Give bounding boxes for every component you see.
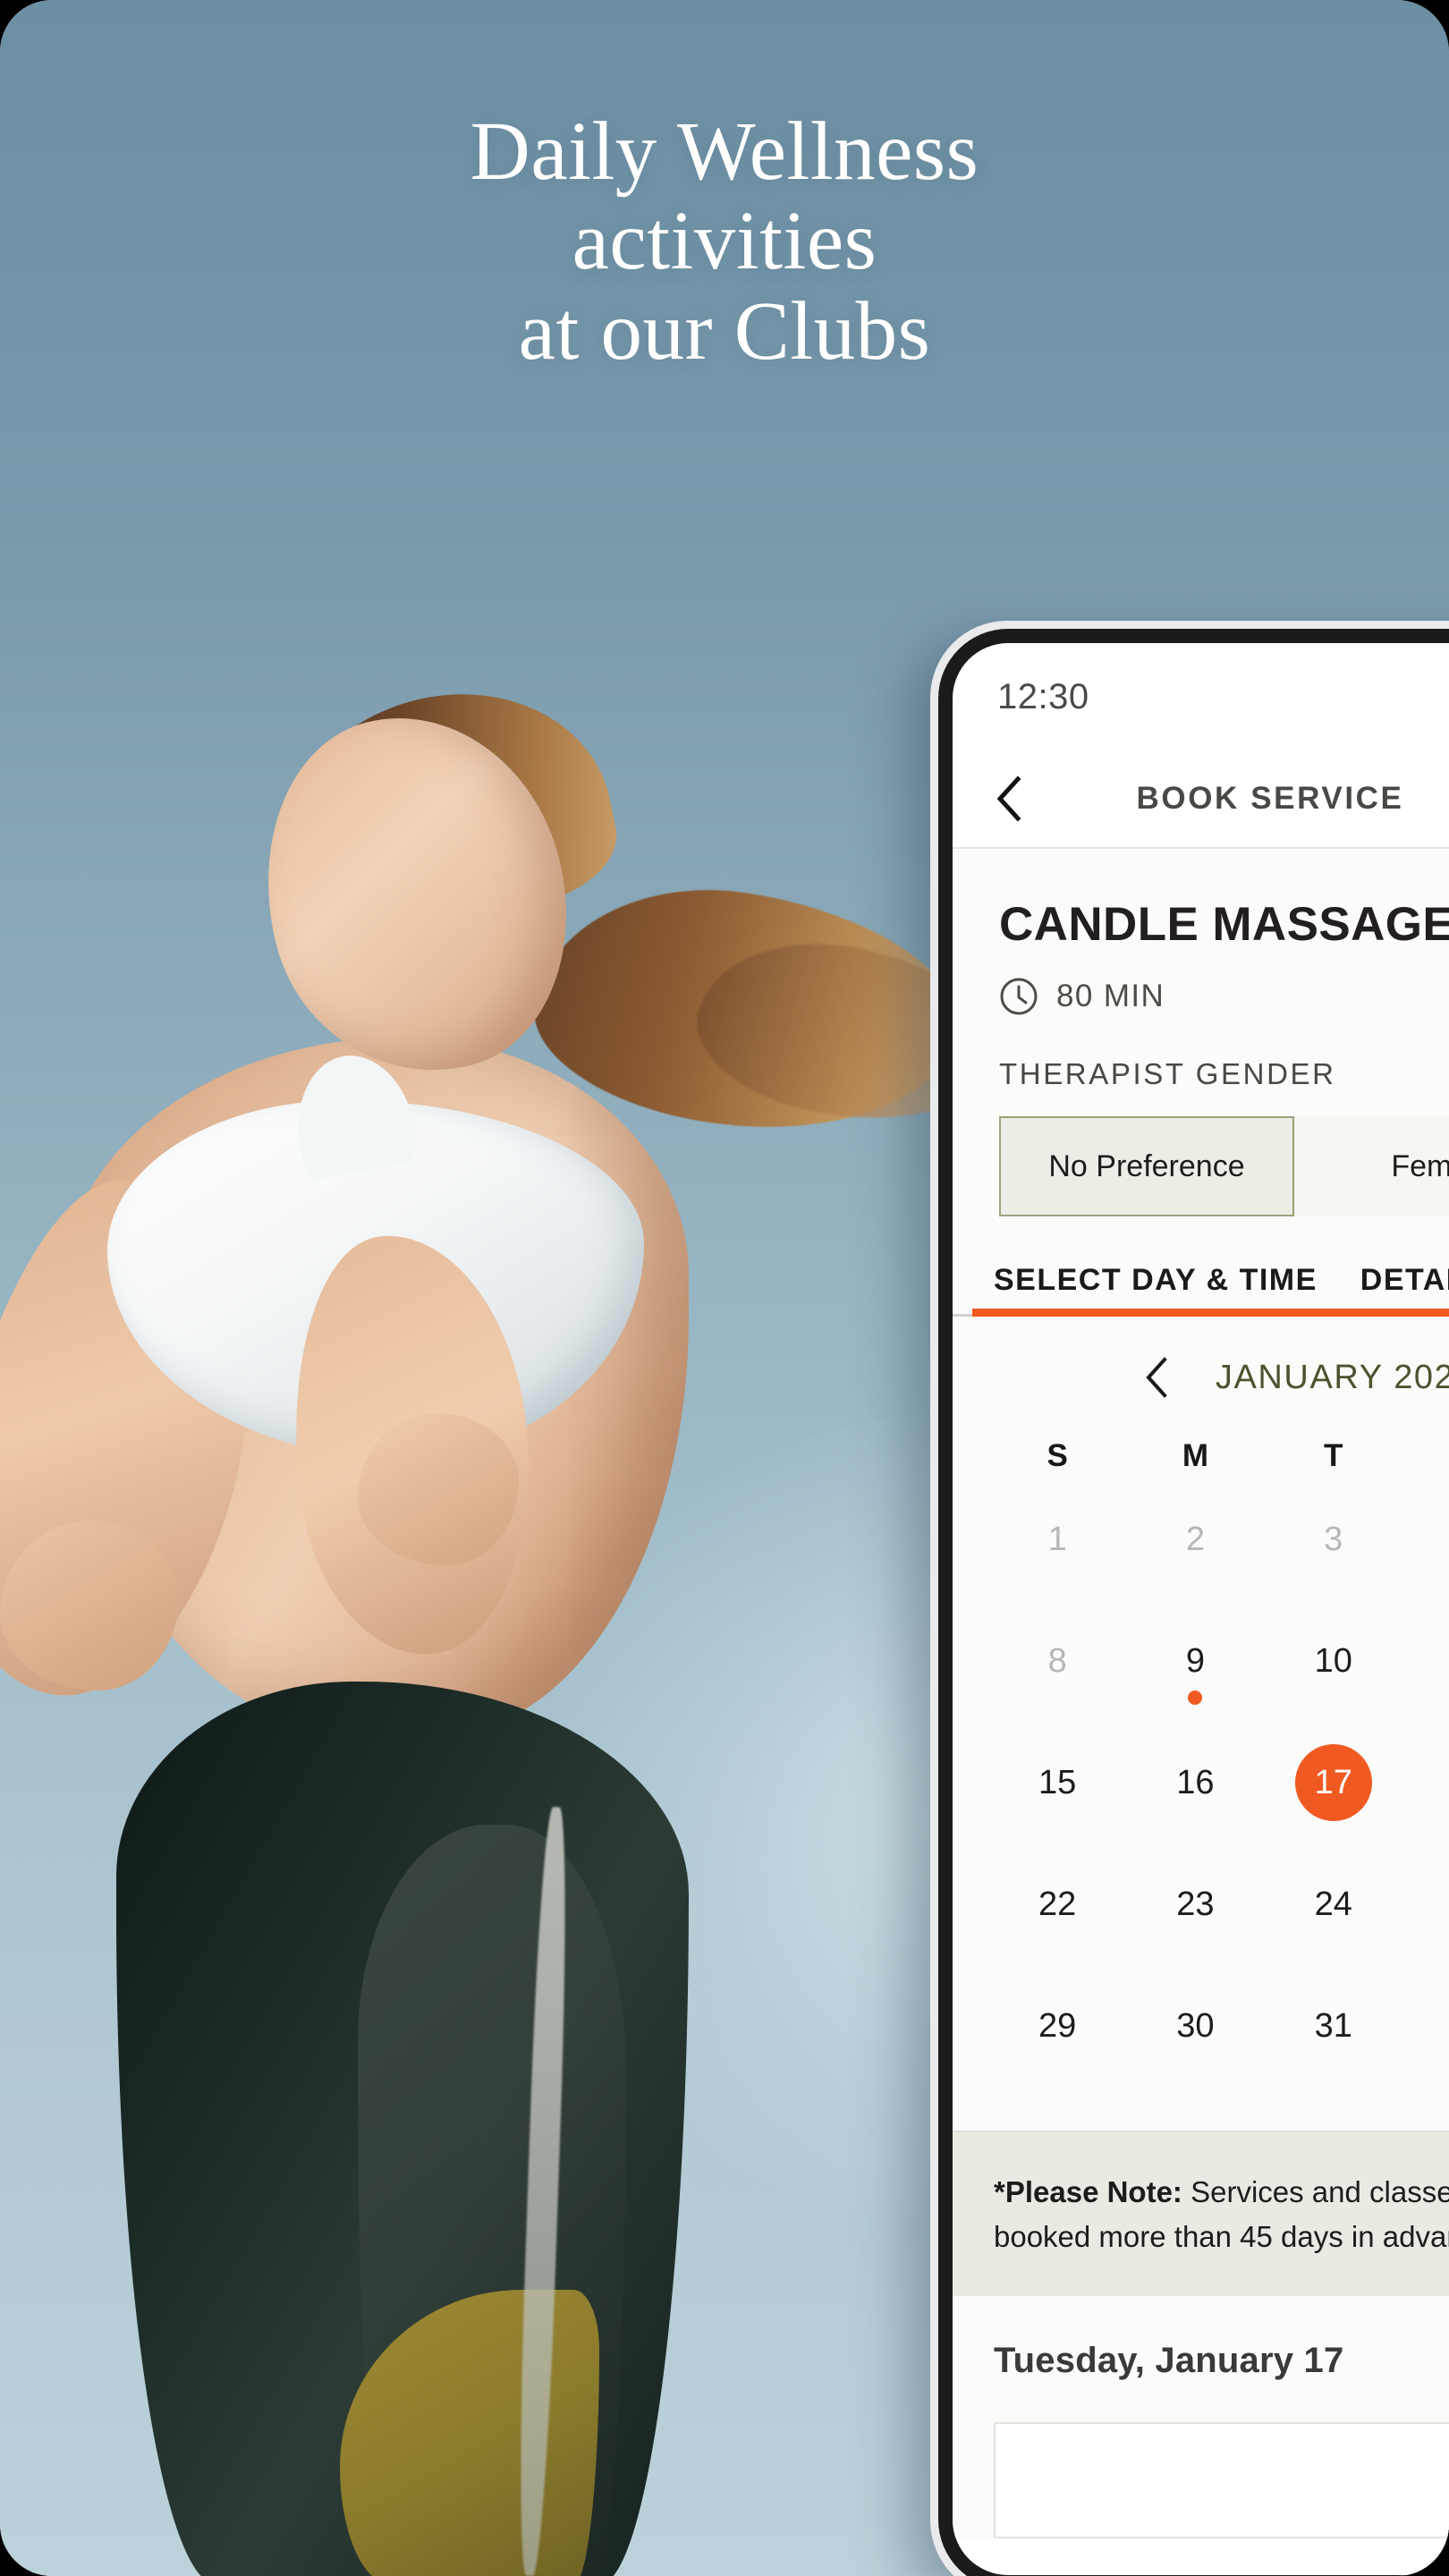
weekday-label: W xyxy=(1402,1438,1449,1474)
calendar-day-cell: 1 xyxy=(988,1501,1126,1596)
calendar-day-number[interactable]: 15 xyxy=(1019,1744,1096,1821)
calendar-day-number[interactable]: 29 xyxy=(1019,1987,1096,2064)
calendar-day-cell[interactable]: 22 xyxy=(988,1866,1126,1961)
weekday-label: S xyxy=(1046,1438,1068,1473)
calendar-day-cell[interactable]: 25 xyxy=(1402,1866,1449,1961)
calendar-day-cell[interactable]: 18 xyxy=(1402,1744,1449,1839)
runner-photo xyxy=(0,0,1018,2576)
calendar-day-number[interactable]: 16 xyxy=(1157,1744,1233,1821)
please-note-line-1: *Please Note: Services and classes canno… xyxy=(994,2170,1449,2215)
therapist-gender-options: No Preference Female Male xyxy=(999,1116,1449,1216)
calendar-day-number: 3 xyxy=(1324,1520,1343,1558)
time-slot-card[interactable] xyxy=(994,2422,1449,2538)
calendar-day-number: 1 xyxy=(1047,1520,1067,1558)
calendar-weeks: 1234567891011121314151617181920212223242… xyxy=(988,1501,1449,2082)
calendar-day-cell: 2 xyxy=(1126,1501,1264,1596)
calendar-day-number[interactable]: 30 xyxy=(1157,1987,1233,2064)
nav-header: BOOK SERVICE xyxy=(953,750,1449,849)
status-bar: 12:30 xyxy=(953,643,1449,750)
calendar: JANUARY 2023 S M T xyxy=(953,1317,1449,2082)
calendar-day-number[interactable]: 18 xyxy=(1433,1744,1449,1821)
hero-card: Daily Wellness activities at our Clubs 1… xyxy=(0,0,1449,2576)
calendar-day-cell[interactable]: 9 xyxy=(1126,1623,1264,1717)
chevron-left-icon[interactable] xyxy=(1139,1356,1174,1399)
calendar-day-cell: 3 xyxy=(1265,1501,1402,1596)
calendar-week-row: 891011121314 xyxy=(988,1623,1449,1717)
calendar-week-row: 15161718192021 xyxy=(988,1744,1449,1839)
phone-screen: 12:30 BOOK SERVICE CANDLE MASSAGE 80 MIN… xyxy=(953,643,1449,2575)
clock-icon xyxy=(999,977,1038,1016)
calendar-day-number[interactable]: 17 xyxy=(1294,1744,1372,1821)
calendar-day-number[interactable]: 25 xyxy=(1433,1866,1449,1943)
calendar-day-number[interactable]: 11 xyxy=(1433,1623,1449,1699)
tab-details[interactable]: DETAILS xyxy=(1339,1263,1449,1314)
calendar-day-cell[interactable]: 10 xyxy=(1265,1623,1402,1717)
calendar-week-row: 29 30 31 xyxy=(988,1987,1449,2082)
nav-title: BOOK SERVICE xyxy=(1136,781,1404,816)
calendar-month-label: JANUARY 2023 xyxy=(1215,1358,1449,1396)
calendar-day-number: 2 xyxy=(1185,1520,1205,1558)
calendar-day-number[interactable]: 22 xyxy=(1019,1866,1096,1943)
calendar-day-number[interactable]: 10 xyxy=(1295,1623,1372,1699)
selected-date-label: Tuesday, January 17 xyxy=(994,2341,1344,2380)
calendar-day-cell[interactable]: 17 xyxy=(1265,1744,1402,1839)
calendar-day-cell[interactable]: 15 xyxy=(988,1744,1126,1839)
duration-text: 80 MIN xyxy=(1056,979,1165,1013)
calendar-day-cell[interactable]: 30 xyxy=(1126,1987,1264,2082)
please-note-prefix: *Please Note: xyxy=(994,2175,1182,2208)
calendar-day-cell[interactable]: 31 xyxy=(1265,1987,1402,2082)
screen-body: CANDLE MASSAGE 80 MIN THERAPIST GENDER N… xyxy=(953,849,1449,2538)
calendar-day-cell[interactable]: 29 xyxy=(988,1987,1126,2082)
therapist-gender-label: THERAPIST GENDER xyxy=(999,1057,1336,1090)
hand-left xyxy=(0,1521,179,1690)
calendar-day-number xyxy=(1433,1987,1449,2064)
phone-mockup: 12:30 BOOK SERVICE CANDLE MASSAGE 80 MIN… xyxy=(930,621,1449,2576)
gender-option-female[interactable]: Female xyxy=(1294,1116,1449,1216)
calendar-day-cell[interactable]: 24 xyxy=(1265,1866,1402,1961)
calendar-week-row: 1234567 xyxy=(988,1501,1449,1596)
calendar-day-cell[interactable]: 16 xyxy=(1126,1744,1264,1839)
calendar-day-cell: 8 xyxy=(988,1623,1126,1717)
gender-option-no-preference[interactable]: No Preference xyxy=(999,1116,1294,1216)
calendar-day-number[interactable]: 9 xyxy=(1157,1623,1233,1699)
service-block: CANDLE MASSAGE 80 MIN THERAPIST GENDER N… xyxy=(953,849,1449,1216)
status-time: 12:30 xyxy=(997,676,1089,716)
calendar-day-cell xyxy=(1402,1987,1449,2082)
phone-bezel: 12:30 BOOK SERVICE CANDLE MASSAGE 80 MIN… xyxy=(938,629,1449,2576)
calendar-day-cell[interactable]: 11 xyxy=(1402,1623,1449,1717)
calendar-week-row: 22232425262728 xyxy=(988,1866,1449,1961)
calendar-availability-dot xyxy=(1188,1690,1203,1705)
hero-headline: Daily Wellness activities at our Clubs xyxy=(470,106,979,377)
weekday-label: M xyxy=(1182,1438,1208,1473)
hand-right xyxy=(358,1413,519,1565)
calendar-header: JANUARY 2023 xyxy=(988,1356,1449,1399)
calendar-day-number: 8 xyxy=(1047,1641,1067,1680)
service-title: CANDLE MASSAGE xyxy=(999,898,1449,951)
calendar-day-number: 4 xyxy=(1433,1501,1449,1578)
calendar-day-number[interactable]: 23 xyxy=(1157,1866,1233,1943)
calendar-day-number[interactable]: 24 xyxy=(1295,1866,1372,1943)
tab-bar: SELECT DAY & TIME DETAILS xyxy=(953,1263,1449,1317)
calendar-day-cell: 4 xyxy=(1402,1501,1449,1596)
duration-row: 80 MIN xyxy=(999,977,1449,1016)
weekday-label: T xyxy=(1324,1438,1343,1473)
calendar-day-cell[interactable]: 23 xyxy=(1126,1866,1264,1961)
screenshot-frame: Daily Wellness activities at our Clubs 1… xyxy=(0,0,1449,2576)
calendar-day-number[interactable]: 31 xyxy=(1295,1987,1372,2064)
tab-select-day-and-time[interactable]: SELECT DAY & TIME xyxy=(972,1263,1449,1317)
please-note-banner: *Please Note: Services and classes canno… xyxy=(953,2131,1449,2296)
please-note-body: Services and classes cannot be xyxy=(1191,2175,1449,2208)
please-note-line-2: booked more than 45 days in advance. xyxy=(994,2219,1449,2253)
calendar-weekday-row: S M T W T F S xyxy=(988,1438,1449,1474)
